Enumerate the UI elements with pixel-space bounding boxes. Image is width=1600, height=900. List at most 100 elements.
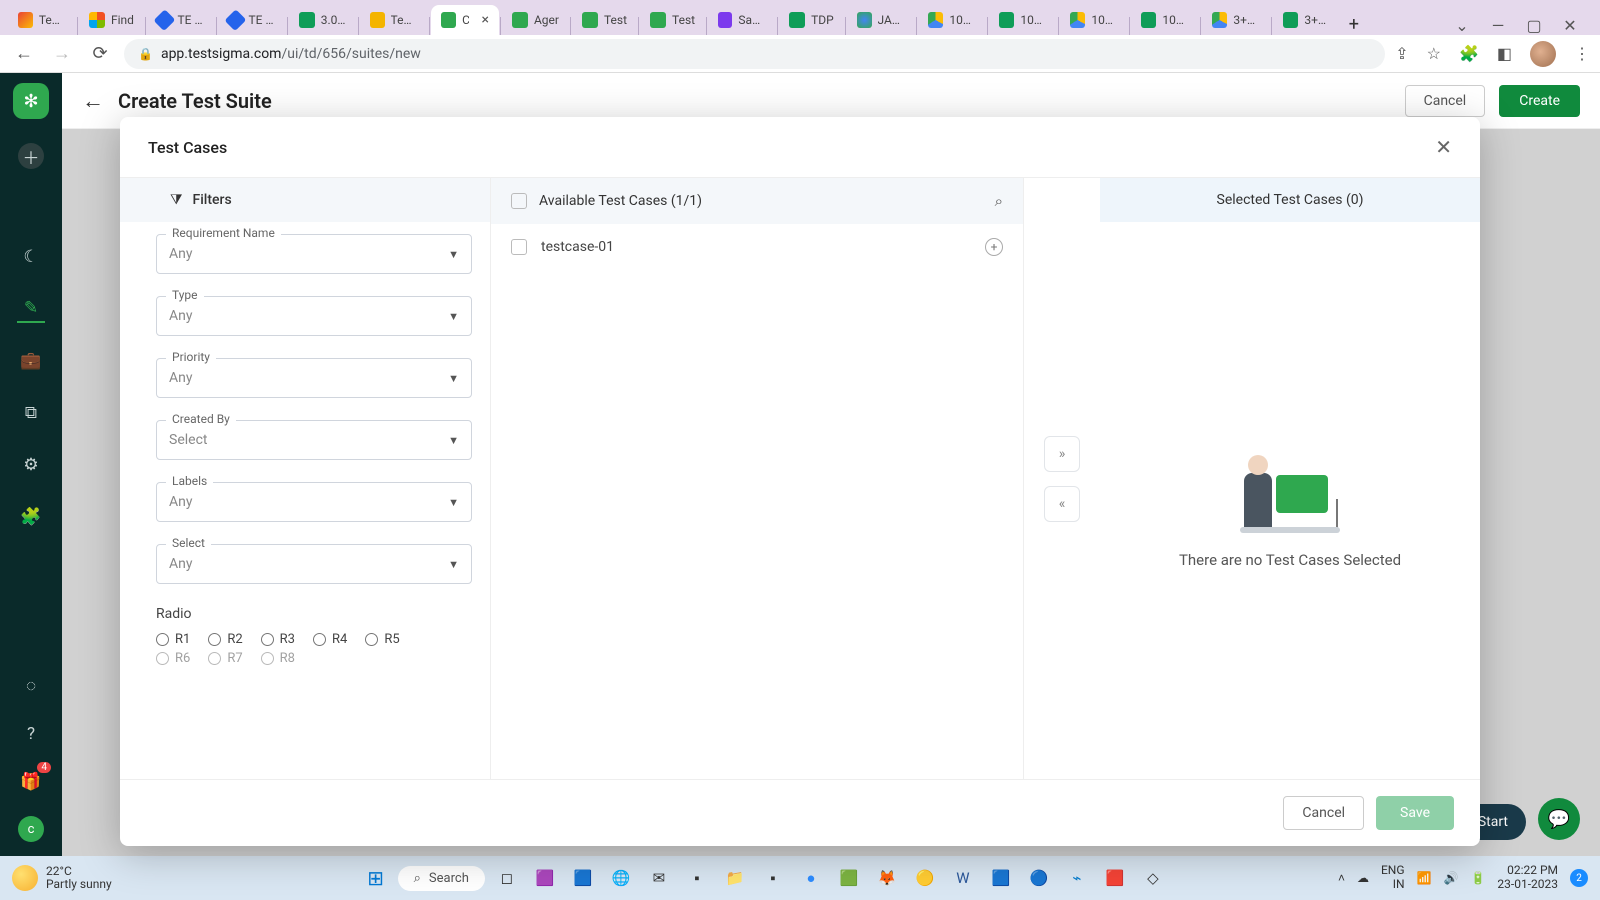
browser-tab[interactable]: JARV bbox=[847, 5, 915, 35]
window-close-icon[interactable]: ✕ bbox=[1562, 16, 1578, 35]
browser-tab[interactable]: 3+pa bbox=[1202, 5, 1270, 35]
tray-clock[interactable]: 02:22 PM 23-01-2023 bbox=[1497, 864, 1558, 892]
browser-tab[interactable]: 1031 bbox=[989, 5, 1057, 35]
taskbar-firefox-icon[interactable]: 🦊 bbox=[873, 864, 901, 892]
window-minimize-icon[interactable]: — bbox=[1490, 16, 1506, 35]
tray-volume-icon[interactable]: 🔊 bbox=[1444, 871, 1459, 885]
tray-wifi-icon[interactable]: 📶 bbox=[1417, 871, 1432, 885]
browser-tab[interactable]: 1031 bbox=[1131, 5, 1199, 35]
taskbar-chrome-icon[interactable]: 🟡 bbox=[911, 864, 939, 892]
radio-option[interactable]: R8 bbox=[261, 651, 295, 666]
taskbar-word-icon[interactable]: W bbox=[949, 864, 977, 892]
tab-dropdown-icon[interactable]: ⌄ bbox=[1454, 16, 1470, 35]
sidebar-data-icon[interactable]: ⧉ bbox=[17, 399, 45, 427]
browser-tab[interactable]: Tests bbox=[8, 5, 76, 35]
back-arrow-icon[interactable]: ← bbox=[82, 88, 104, 114]
browser-tab[interactable]: 1031 bbox=[1060, 5, 1128, 35]
side-panel-icon[interactable]: ◧ bbox=[1497, 44, 1512, 63]
taskbar-app[interactable]: 🟦 bbox=[569, 864, 597, 892]
radio-option[interactable]: R7 bbox=[208, 651, 242, 666]
taskbar-vscode-icon[interactable]: ⌁ bbox=[1063, 864, 1091, 892]
sidebar-help-icon[interactable]: ? bbox=[17, 720, 45, 748]
taskbar-explorer-icon[interactable]: 📁 bbox=[721, 864, 749, 892]
browser-tab[interactable]: Find bbox=[79, 5, 144, 35]
browser-tab[interactable]: Ager bbox=[502, 5, 569, 35]
nav-back-icon[interactable]: ← bbox=[10, 43, 38, 64]
extensions-icon[interactable]: 🧩 bbox=[1459, 44, 1479, 63]
taskbar-chrome2-icon[interactable]: 🔵 bbox=[1025, 864, 1053, 892]
filter-select[interactable]: Any▼ bbox=[156, 482, 472, 522]
modal-cancel-button[interactable]: Cancel bbox=[1283, 796, 1364, 830]
bookmark-icon[interactable]: ☆ bbox=[1427, 44, 1441, 63]
add-testcase-icon[interactable]: + bbox=[985, 238, 1003, 256]
sidebar-add-icon[interactable]: ＋ bbox=[18, 143, 44, 169]
sidebar-settings-icon[interactable]: ⚙ bbox=[17, 451, 45, 479]
sidebar-gift-icon[interactable]: 🎁4 bbox=[17, 768, 45, 796]
filter-select[interactable]: Select▼ bbox=[156, 420, 472, 460]
taskbar-edge-icon[interactable]: 🌐 bbox=[607, 864, 635, 892]
move-left-button[interactable]: « bbox=[1044, 486, 1080, 522]
browser-tab[interactable]: TDP bbox=[779, 5, 844, 35]
browser-tab[interactable]: TE bu bbox=[147, 5, 215, 35]
nav-reload-icon[interactable]: ⟳ bbox=[86, 43, 114, 64]
share-icon[interactable]: ⇪ bbox=[1395, 44, 1408, 63]
taskbar-app[interactable]: ▪ bbox=[759, 864, 787, 892]
taskbar-intellij-icon[interactable]: 🟥 bbox=[1101, 864, 1129, 892]
taskbar-app[interactable]: 🟪 bbox=[531, 864, 559, 892]
close-tab-icon[interactable]: × bbox=[481, 12, 488, 28]
tray-chevron-icon[interactable]: ˄ bbox=[1338, 871, 1345, 885]
radio-option[interactable]: R5 bbox=[365, 632, 399, 647]
radio-option[interactable]: R2 bbox=[208, 632, 242, 647]
browser-tab-active[interactable]: C× bbox=[431, 5, 499, 35]
taskbar-app[interactable]: ◇ bbox=[1139, 864, 1167, 892]
sidebar-sync-icon[interactable]: ◌ bbox=[17, 672, 45, 700]
sidebar-dashboard-icon[interactable]: ☾ bbox=[17, 243, 45, 271]
taskbar-app[interactable]: 🟦 bbox=[987, 864, 1015, 892]
profile-avatar[interactable] bbox=[1530, 41, 1556, 67]
header-cancel-button[interactable]: Cancel bbox=[1405, 85, 1486, 117]
tray-notifications-badge[interactable]: 2 bbox=[1570, 869, 1588, 887]
radio-option[interactable]: R3 bbox=[261, 632, 295, 647]
browser-tab[interactable]: 3+pa bbox=[1273, 5, 1341, 35]
radio-option[interactable]: R6 bbox=[156, 651, 190, 666]
tray-battery-icon[interactable]: 🔋 bbox=[1470, 871, 1485, 885]
tray-onedrive-icon[interactable]: ☁ bbox=[1357, 871, 1369, 885]
browser-tab[interactable]: Test bbox=[640, 5, 705, 35]
radio-option[interactable]: R1 bbox=[156, 632, 190, 647]
sidebar-edit-icon[interactable]: ✎ bbox=[17, 295, 45, 323]
taskbar-search[interactable]: ⌕ Search bbox=[398, 866, 485, 891]
address-bar[interactable]: 🔒 app.testsigma.com/ui/td/656/suites/new bbox=[124, 39, 1385, 69]
browser-tab[interactable]: Temp bbox=[360, 5, 428, 35]
taskbar-zoom-icon[interactable]: ● bbox=[797, 864, 825, 892]
sidebar-suitcase-icon[interactable]: 💼 bbox=[17, 347, 45, 375]
taskbar-mail-icon[interactable]: ✉ bbox=[645, 864, 673, 892]
taskbar-weather[interactable]: 22°C Partly sunny bbox=[12, 865, 112, 891]
nav-forward-icon[interactable]: → bbox=[48, 43, 76, 64]
kebab-menu-icon[interactable]: ⋮ bbox=[1574, 44, 1590, 63]
filter-select[interactable]: Any▼ bbox=[156, 296, 472, 336]
testcase-checkbox[interactable] bbox=[511, 239, 527, 255]
start-button[interactable]: ⊞ bbox=[362, 864, 390, 892]
sidebar-user-avatar[interactable]: c bbox=[18, 816, 44, 842]
header-create-button[interactable]: Create bbox=[1499, 85, 1580, 117]
sidebar-integrations-icon[interactable]: 🧩 bbox=[17, 503, 45, 531]
chat-fab-button[interactable]: 💬 bbox=[1538, 798, 1580, 840]
filter-select[interactable]: Any▼ bbox=[156, 234, 472, 274]
select-all-checkbox[interactable] bbox=[511, 193, 527, 209]
app-logo[interactable]: ✻ bbox=[13, 83, 49, 119]
search-icon[interactable]: ⌕ bbox=[995, 192, 1003, 210]
modal-save-button[interactable]: Save bbox=[1376, 796, 1454, 830]
new-tab-button[interactable]: + bbox=[1341, 14, 1367, 35]
browser-tab[interactable]: Samp bbox=[708, 5, 776, 35]
browser-tab[interactable]: 3.0.1 bbox=[289, 5, 357, 35]
testcase-row[interactable]: testcase-01 + bbox=[491, 224, 1023, 270]
tray-language[interactable]: ENG IN bbox=[1381, 864, 1405, 892]
radio-option[interactable]: R4 bbox=[313, 632, 347, 647]
taskbar-terminal-icon[interactable]: ▪ bbox=[683, 864, 711, 892]
browser-tab[interactable]: Test bbox=[572, 5, 637, 35]
window-maximize-icon[interactable]: ▢ bbox=[1526, 16, 1542, 35]
move-right-button[interactable]: » bbox=[1044, 436, 1080, 472]
browser-tab[interactable]: TE bu bbox=[218, 5, 286, 35]
filter-select[interactable]: Any▼ bbox=[156, 544, 472, 584]
modal-close-icon[interactable]: ✕ bbox=[1435, 135, 1452, 159]
